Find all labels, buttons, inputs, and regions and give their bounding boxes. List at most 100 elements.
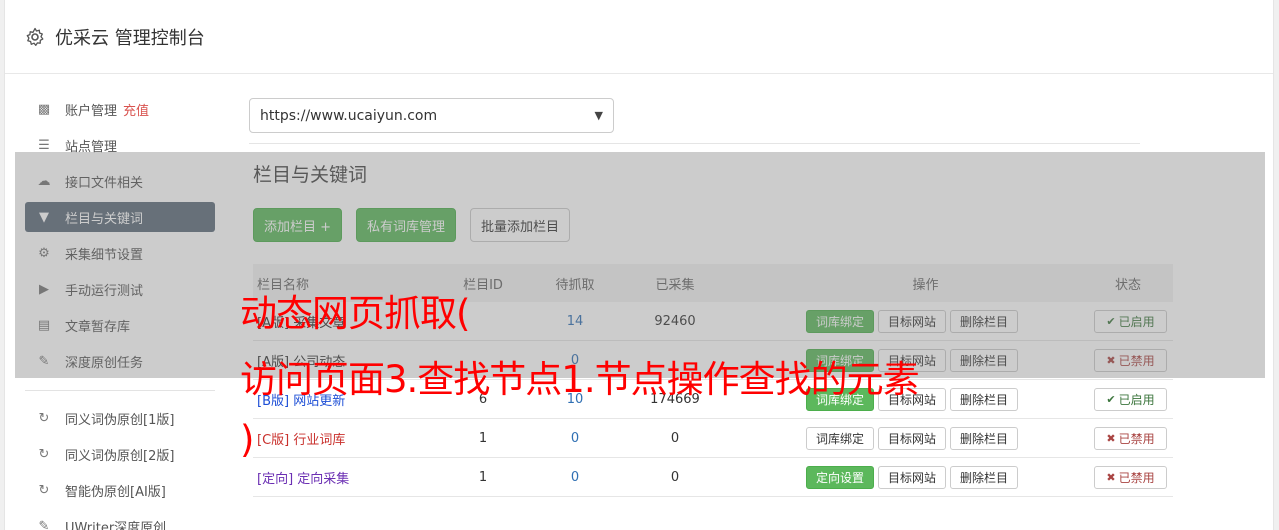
status-toggle-button[interactable]: ✖ 已禁用 (1094, 465, 1167, 489)
sidebar-item-label: 文章暂存库 (65, 319, 131, 335)
sidebar-item-8[interactable]: ↻ 同义词伪原创[1版] (25, 403, 215, 433)
section-title: 栏目与关键词 (253, 164, 368, 186)
column-name-link[interactable]: 定向采集 (297, 472, 349, 487)
private-library-button[interactable]: 私有词库管理 (356, 208, 457, 242)
status-label: 已启用 (1118, 314, 1155, 329)
pending-count[interactable]: 14 (523, 314, 627, 329)
watermark-line-1: 动态网页抓取( (240, 292, 470, 335)
site-select[interactable]: https://www.ucaiyun.com ▼ (249, 98, 614, 133)
sidebar-item-3[interactable]: ▼ 栏目与关键词 (25, 202, 215, 232)
target-site-button[interactable]: 目标网站 (877, 426, 946, 450)
sidebar-item-2[interactable]: ☁ 接口文件相关 (25, 166, 215, 196)
edit-icon: ✎ (38, 353, 50, 369)
ops-cell: 词库绑定 目标网站 删除栏目 (723, 426, 1018, 450)
bind-library-button[interactable]: 词库绑定 (805, 309, 874, 333)
version-tag: [C版] (257, 432, 290, 448)
cloud-upload-icon: ☁ (37, 173, 51, 189)
action-buttons: 添加栏目 + 私有词库管理 批量添加栏目 (253, 208, 571, 242)
sidebar-item-0[interactable]: ▩ 账户管理 充值 (25, 94, 215, 124)
check-icon: ✔ (1106, 314, 1116, 328)
sidebar-item-label: 接口文件相关 (65, 175, 144, 191)
sidebar-item-label: 深度原创任务 (65, 355, 144, 371)
check-icon: ✔ (1106, 392, 1116, 406)
sidebar-item-10[interactable]: ↻ 智能伪原创[AI版] (25, 475, 215, 505)
header-collected: 已采集 (655, 277, 695, 293)
status-cell: ✖ 已禁用 (1018, 465, 1173, 489)
delete-column-button[interactable]: 删除栏目 (949, 309, 1018, 333)
page-title: 优采云 管理控制台 (55, 27, 205, 49)
batch-add-button[interactable]: 批量添加栏目 (470, 208, 571, 242)
sidebar-item-5[interactable]: ▶ 手动运行测试 (25, 274, 215, 304)
sidebar-item-4[interactable]: ⚙ 采集细节设置 (25, 238, 215, 268)
bind-library-button[interactable]: 词库绑定 (805, 426, 874, 450)
status-toggle-button[interactable]: ✖ 已禁用 (1094, 348, 1167, 372)
main-content: https://www.ucaiyun.com ▼ 栏目与关键词 添加栏目 + … (249, 98, 1173, 497)
delete-column-button[interactable]: 删除栏目 (949, 387, 1018, 411)
status-toggle-button[interactable]: ✔ 已启用 (1094, 309, 1167, 333)
header-pending: 待抓取 (555, 277, 595, 293)
gear-icon (26, 27, 44, 46)
column-name-link[interactable]: 行业词库 (293, 433, 345, 448)
sidebar-divider (25, 390, 215, 391)
table-row: [定向] 定向采集 1 0 0 定向设置 目标网站 删除栏目 ✖ 已禁用 (253, 458, 1173, 497)
ops-cell: 词库绑定 目标网站 删除栏目 (723, 309, 1018, 333)
sidebar-item-label: 账户管理 (65, 103, 118, 119)
status-label: 已启用 (1118, 392, 1155, 407)
status-cell: ✖ 已禁用 (1018, 426, 1173, 450)
target-site-button[interactable]: 目标网站 (877, 465, 946, 489)
chevron-down-icon: ▼ (594, 109, 603, 122)
pending-count[interactable]: 0 (523, 470, 627, 485)
delete-column-button[interactable]: 删除栏目 (949, 348, 1018, 372)
sidebar-item-label: 栏目与关键词 (65, 211, 144, 227)
sidebar-item-label: 同义词伪原创[2版] (65, 448, 175, 464)
status-label: 已禁用 (1118, 431, 1155, 446)
header-id: 栏目ID (463, 277, 503, 293)
column-name-cell: [定向] 定向采集 (253, 468, 443, 487)
sidebar-item-label: UWriter深度原创 (65, 520, 167, 530)
status-toggle-button[interactable]: ✔ 已启用 (1094, 387, 1167, 411)
sidebar-item-6[interactable]: ▤ 文章暂存库 (25, 310, 215, 340)
sidebar-item-label: 智能伪原创[AI版] (65, 484, 166, 500)
divider (249, 143, 1140, 144)
bar-chart-icon: ▩ (37, 101, 51, 117)
target-site-button[interactable]: 目标网站 (877, 309, 946, 333)
header: 优采云 管理控制台 (5, 0, 1273, 74)
sidebar-item-9[interactable]: ↻ 同义词伪原创[2版] (25, 439, 215, 469)
edit-icon: ✎ (38, 518, 50, 530)
refresh-icon: ↻ (38, 446, 50, 462)
sidebar-item-7[interactable]: ✎ 深度原创任务 (25, 346, 215, 376)
watermark-line-2: 访问页面3.查找节点1.节点操作查找的元素 (240, 358, 920, 401)
delete-column-button[interactable]: 删除栏目 (949, 426, 1018, 450)
site-select-value: https://www.ucaiyun.com (260, 107, 438, 124)
pending-count[interactable]: 0 (523, 431, 627, 446)
cross-icon: ✖ (1106, 353, 1116, 367)
status-label: 已禁用 (1118, 353, 1155, 368)
column-id: 1 (478, 469, 488, 485)
refresh-icon: ↻ (38, 410, 50, 426)
status-label: 已禁用 (1118, 470, 1155, 485)
sidebar-item-1[interactable]: ☰ 站点管理 (25, 130, 215, 160)
status-cell: ✔ 已启用 (1018, 387, 1173, 411)
sidebar-item-11[interactable]: ✎ UWriter深度原创 (25, 511, 215, 530)
add-column-button[interactable]: 添加栏目 + (253, 208, 343, 242)
page: 优采云 管理控制台 ▩ 账户管理 充值 ☰ 站点管理 ☁ 接口文件相关 ▼ 栏目与关键词 ⚙ 采集细… (4, 0, 1274, 530)
column-name-cell: [C版] 行业词库 (253, 429, 443, 448)
delete-column-button[interactable]: 删除栏目 (949, 465, 1018, 489)
ops-cell: 定向设置 目标网站 删除栏目 (723, 465, 1018, 489)
bind-library-button[interactable]: 定向设置 (805, 465, 874, 489)
sidebar-item-label: 站点管理 (65, 139, 118, 155)
table-row: [C版] 行业词库 1 0 0 词库绑定 目标网站 删除栏目 ✖ 已禁用 (253, 419, 1173, 458)
sidebar-item-label: 同义词伪原创[1版] (65, 412, 175, 428)
header-ops: 操作 (912, 277, 939, 293)
gears-icon: ⚙ (38, 245, 50, 261)
sidebar-item-label: 采集细节设置 (65, 247, 144, 263)
version-tag: [定向] (257, 471, 294, 487)
server-icon: ☰ (38, 137, 50, 153)
filter-icon: ▼ (39, 209, 49, 225)
collected-count: 0 (670, 469, 680, 485)
recharge-link[interactable]: 充值 (123, 100, 149, 119)
play-circle-icon: ▶ (39, 281, 49, 297)
database-icon: ▤ (37, 317, 51, 333)
status-cell: ✔ 已启用 (1018, 309, 1173, 333)
status-toggle-button[interactable]: ✖ 已禁用 (1094, 426, 1167, 450)
